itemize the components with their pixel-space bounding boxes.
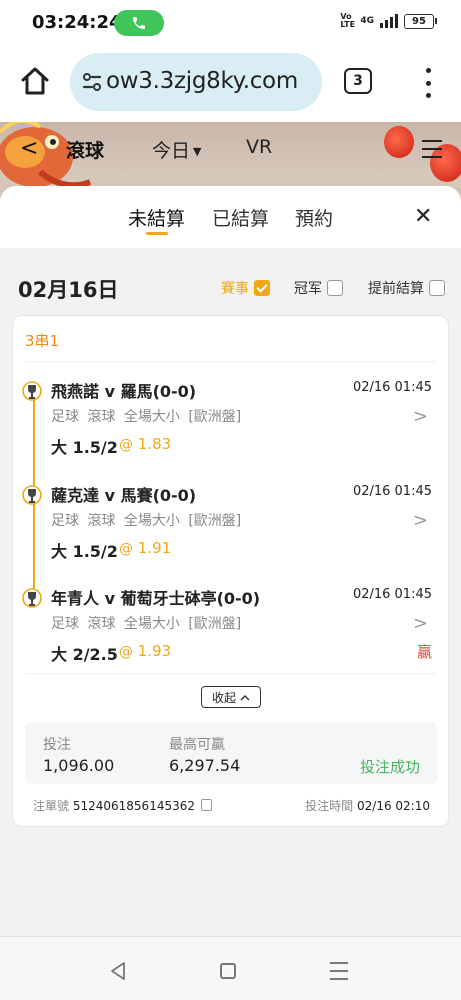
checkbox-checked-icon[interactable] bbox=[254, 280, 270, 296]
today-dropdown[interactable]: 今日 ▼ bbox=[152, 136, 201, 163]
status-time: 03:24:24 bbox=[32, 12, 122, 33]
match-name: 飛燕諾 v 羅馬(0-0) bbox=[51, 382, 197, 401]
market-info: 足球 滾球 全場大小 [歐洲盤] bbox=[51, 409, 242, 425]
bet-time: 投注時間 02/16 02:10 bbox=[305, 797, 430, 814]
stake-value: 1,096.00 bbox=[43, 756, 115, 775]
tab-reserved[interactable]: 預約 bbox=[295, 204, 333, 231]
trophy-icon bbox=[22, 588, 42, 608]
bet-time-value: 02/16 02:10 bbox=[357, 799, 430, 813]
tab-unsettled[interactable]: 未結算 bbox=[128, 204, 185, 231]
home-icon bbox=[21, 67, 49, 95]
collapse-button[interactable]: 收起 bbox=[201, 686, 261, 708]
nav-back-icon[interactable] bbox=[108, 961, 128, 981]
leg-result: 贏 bbox=[416, 643, 432, 661]
system-nav-bar bbox=[0, 936, 461, 1000]
odds: @ 1.93 bbox=[119, 642, 172, 660]
date-filter-row: 02月16日 賽事 冠军 提前結算 bbox=[0, 248, 461, 316]
trophy-icon bbox=[22, 381, 42, 401]
stake-label: 投注 bbox=[43, 737, 71, 753]
ticket-label: 注單號 bbox=[33, 799, 70, 813]
filter-early-cashout[interactable]: 提前結算 bbox=[368, 278, 445, 298]
bet-card: 3串1 飛燕諾 v 羅馬(0-0) 02/16 01:45 足球 滾球 全場大小… bbox=[12, 315, 449, 827]
chevron-up-icon bbox=[240, 694, 250, 700]
phone-icon bbox=[133, 17, 145, 29]
filter-label: 賽事 bbox=[221, 281, 249, 297]
selection: 大 2/2.5 bbox=[51, 645, 118, 664]
battery-icon: 95 bbox=[404, 13, 437, 29]
filter-label: 提前結算 bbox=[368, 281, 424, 297]
lantern-decoration bbox=[384, 126, 414, 158]
tab-switcher-button[interactable]: 3 bbox=[344, 68, 372, 94]
url-text[interactable]: ow3.3zjg8ky.com bbox=[106, 68, 298, 94]
ticket-value[interactable]: 5124061856145362 bbox=[73, 799, 195, 813]
browser-menu-button[interactable] bbox=[418, 66, 438, 100]
match-time: 02/16 01:45 bbox=[352, 587, 432, 602]
chevron-right-icon[interactable]: > bbox=[413, 510, 428, 531]
filter-label: 冠军 bbox=[294, 281, 322, 297]
divider bbox=[25, 361, 436, 362]
filter-outright[interactable]: 冠军 bbox=[294, 278, 343, 298]
network-type: 4G bbox=[360, 16, 374, 26]
vr-tab[interactable]: VR bbox=[246, 136, 272, 158]
system-indicators: Vo LTE 4G 95 bbox=[340, 13, 437, 29]
nav-home-icon[interactable] bbox=[220, 963, 236, 979]
chevron-right-icon[interactable]: > bbox=[413, 613, 428, 634]
chevron-right-icon[interactable]: > bbox=[413, 406, 428, 427]
active-tab-indicator bbox=[146, 232, 168, 235]
tab-settled[interactable]: 已結算 bbox=[212, 204, 269, 231]
bet-leg[interactable]: 飛燕諾 v 羅馬(0-0) 02/16 01:45 足球 滾球 全場大小 [歐洲… bbox=[13, 376, 450, 476]
max-win-value: 6,297.54 bbox=[169, 756, 241, 775]
app-title[interactable]: 滾球 bbox=[66, 136, 104, 163]
copy-icon[interactable] bbox=[201, 799, 212, 811]
battery-level: 95 bbox=[404, 13, 434, 29]
address-bar[interactable]: ow3.3zjg8ky.com bbox=[70, 53, 322, 111]
browser-home-button[interactable] bbox=[18, 64, 52, 98]
volte-icon: Vo LTE bbox=[340, 12, 356, 29]
site-settings-icon[interactable] bbox=[82, 72, 102, 92]
caret-down-icon: ▼ bbox=[193, 145, 202, 158]
bet-status-tabs: 未結算 已結算 預約 ✕ bbox=[0, 186, 461, 248]
match-time: 02/16 01:45 bbox=[352, 484, 432, 499]
max-win-label: 最高可贏 bbox=[169, 737, 225, 753]
filter-matches[interactable]: 賽事 bbox=[221, 278, 270, 298]
odds: @ 1.91 bbox=[119, 539, 172, 557]
divider bbox=[25, 673, 436, 674]
match-name: 薩克達 v 馬賽(0-0) bbox=[51, 486, 197, 505]
back-button[interactable]: < bbox=[20, 136, 38, 161]
bet-time-label: 投注時間 bbox=[305, 799, 354, 813]
match-time: 02/16 01:45 bbox=[352, 380, 432, 395]
bet-type: 3串1 bbox=[25, 332, 60, 350]
close-icon[interactable]: ✕ bbox=[414, 204, 432, 229]
nav-recents-icon[interactable] bbox=[330, 962, 348, 980]
market-info: 足球 滾球 全場大小 [歐洲盤] bbox=[51, 616, 242, 632]
browser-toolbar: ow3.3zjg8ky.com 3 bbox=[0, 44, 461, 122]
trophy-icon bbox=[22, 485, 42, 505]
selection: 大 1.5/2 bbox=[51, 542, 118, 561]
bet-summary: 投注 1,096.00 最高可贏 6,297.54 投注成功 bbox=[25, 722, 438, 784]
selection: 大 1.5/2 bbox=[51, 438, 118, 457]
date-heading: 02月16日 bbox=[18, 278, 119, 302]
signal-icon bbox=[380, 14, 398, 28]
bet-leg[interactable]: 年青人 v 葡萄牙士砵亭(0-0) 02/16 01:45 足球 滾球 全場大小… bbox=[13, 583, 450, 683]
bet-leg[interactable]: 薩克達 v 馬賽(0-0) 02/16 01:45 足球 滾球 全場大小 [歐洲… bbox=[13, 480, 450, 580]
checkbox-icon[interactable] bbox=[327, 280, 343, 296]
ticket-number: 注單號 5124061856145362 bbox=[33, 797, 212, 814]
more-dot-icon bbox=[425, 68, 431, 73]
collapse-label: 收起 bbox=[211, 690, 236, 705]
app-menu-button[interactable] bbox=[422, 140, 442, 158]
bet-status: 投注成功 bbox=[359, 758, 420, 776]
market-info: 足球 滾球 全場大小 [歐洲盤] bbox=[51, 513, 242, 529]
checkbox-icon[interactable] bbox=[429, 280, 445, 296]
ongoing-call-indicator[interactable] bbox=[114, 10, 164, 36]
odds: @ 1.83 bbox=[119, 435, 172, 453]
today-label: 今日 bbox=[152, 140, 191, 162]
status-bar: 03:24:24 Vo LTE 4G 95 bbox=[0, 0, 461, 44]
bet-record-sheet: 未結算 已結算 預約 ✕ 02月16日 賽事 冠军 提前結算 3串1 飛燕諾 v… bbox=[0, 186, 461, 936]
match-name: 年青人 v 葡萄牙士砵亭(0-0) bbox=[51, 589, 261, 608]
